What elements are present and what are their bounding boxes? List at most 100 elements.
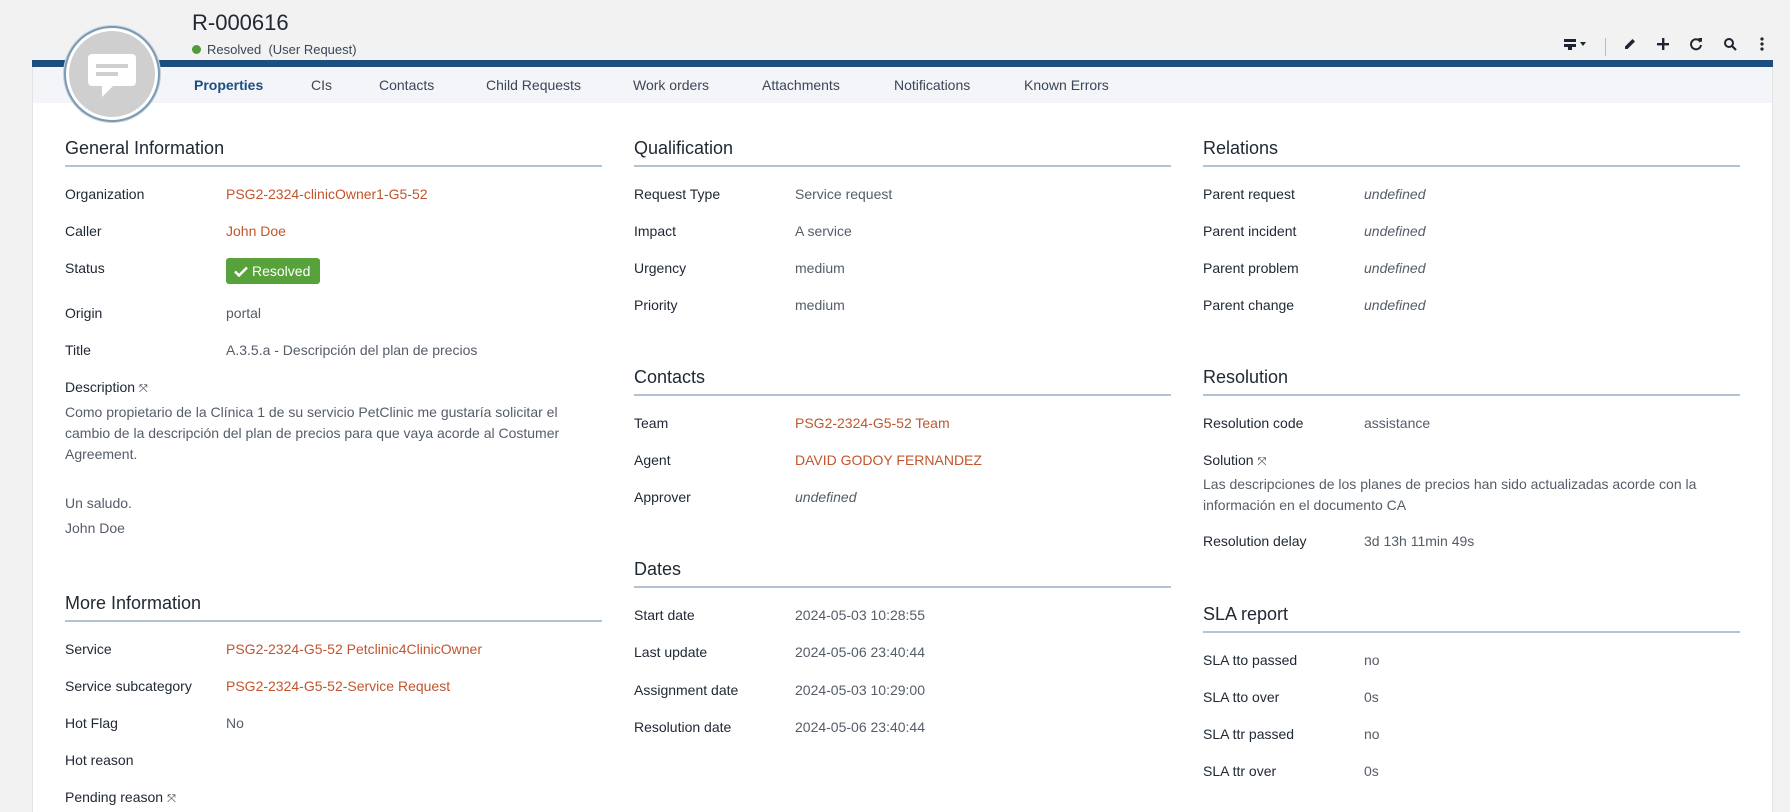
subcategory-label: Service subcategory [65, 678, 192, 694]
agent-label: Agent [634, 452, 671, 468]
pending-reason-label: Pending reason ⤧ [65, 789, 176, 806]
section-resolution: Resolution [1203, 367, 1740, 396]
description-line: John Doe [65, 520, 125, 536]
parent-problem-label: Parent problem [1203, 260, 1299, 276]
urgency-label: Urgency [634, 260, 687, 276]
tab-properties[interactable]: Properties [194, 77, 263, 93]
status-field-label: Status [65, 260, 105, 276]
tab-attachments[interactable]: Attachments [762, 77, 840, 93]
solution-text: Las descripciones de los planes de preci… [1203, 474, 1743, 516]
chat-bubble-icon [88, 54, 136, 97]
check-icon [234, 266, 248, 278]
last-update-value: 2024-05-06 23:40:44 [795, 644, 925, 660]
toolbar-separator [1605, 38, 1606, 56]
origin-value: portal [226, 305, 262, 321]
assignment-date-value: 2024-05-03 10:29:00 [795, 682, 925, 698]
add-icon[interactable] [1653, 36, 1673, 56]
parent-request-label: Parent request [1203, 186, 1295, 202]
status-dot-icon [192, 45, 201, 54]
status-badge-label: Resolved [252, 263, 311, 279]
title-value: A.3.5.a - Descripción del plan de precio… [226, 342, 478, 358]
sla-ttr-over-label: SLA ttr over [1203, 763, 1277, 779]
subcategory-link[interactable]: PSG2-2324-G5-52-Service Request [226, 678, 450, 694]
urgency-value: medium [795, 260, 845, 276]
priority-label: Priority [634, 297, 678, 313]
service-link[interactable]: PSG2-2324-G5-52 Petclinic4ClinicOwner [226, 641, 482, 657]
solution-line: Las descripciones de los planes de preci… [1203, 476, 1697, 492]
refresh-icon[interactable] [1686, 36, 1706, 56]
impact-label: Impact [634, 223, 677, 239]
organization-link[interactable]: PSG2-2324-clinicOwner1-G5-52 [226, 186, 428, 202]
team-link[interactable]: PSG2-2324-G5-52 Team [795, 415, 950, 431]
tab-child-requests[interactable]: Child Requests [486, 77, 581, 93]
organization-label: Organization [65, 186, 145, 202]
list-menu-icon[interactable] [1562, 36, 1590, 56]
more-icon[interactable] [1752, 36, 1772, 56]
request-avatar [64, 26, 160, 122]
pending-reason-text: Pending reason [65, 789, 164, 805]
impact-value: A service [795, 223, 852, 239]
resolution-delay-label: Resolution delay [1203, 533, 1307, 549]
request-type-label: Request Type [634, 186, 721, 202]
caller-label: Caller [65, 223, 102, 239]
section-relations: Relations [1203, 138, 1740, 167]
search-icon[interactable] [1720, 36, 1740, 56]
solution-line: información en el documento CA [1203, 497, 1407, 513]
hot-flag-label: Hot Flag [65, 715, 118, 731]
header-accent-bar [32, 60, 1773, 67]
agent-link[interactable]: DAVID GODOY FERNANDEZ [795, 452, 982, 468]
solution-label-text: Solution [1203, 452, 1254, 468]
start-date-value: 2024-05-03 10:28:55 [795, 607, 925, 623]
section-sla-report: SLA report [1203, 604, 1740, 633]
expand-icon[interactable]: ⤧ [139, 383, 148, 395]
title-label: Title [65, 342, 91, 358]
expand-icon[interactable]: ⤧ [167, 793, 176, 805]
ticket-reference: R-000616 [192, 10, 289, 35]
section-dates: Dates [634, 559, 1171, 588]
parent-problem-value: undefined [1364, 260, 1426, 276]
description-line: Un saludo. [65, 495, 132, 511]
description-line: Como propietario de la Clínica 1 de su s… [65, 404, 558, 420]
sla-ttr-over-value: 0s [1364, 763, 1379, 779]
tab-cis[interactable]: CIs [311, 77, 332, 93]
section-general-information: General Information [65, 138, 602, 167]
parent-incident-label: Parent incident [1203, 223, 1297, 239]
tab-known-errors[interactable]: Known Errors [1024, 77, 1109, 93]
avatar-background [69, 31, 155, 117]
parent-incident-value: undefined [1364, 223, 1426, 239]
sla-tto-passed-label: SLA tto passed [1203, 652, 1298, 668]
tab-notifications[interactable]: Notifications [894, 77, 970, 93]
origin-label: Origin [65, 305, 103, 321]
expand-icon[interactable]: ⤧ [1258, 456, 1267, 468]
tab-work-orders[interactable]: Work orders [633, 77, 709, 93]
hot-reason-label: Hot reason [65, 752, 134, 768]
sla-ttr-passed-label: SLA ttr passed [1203, 726, 1295, 742]
assignment-date-label: Assignment date [634, 682, 739, 698]
request-type-value: Service request [795, 186, 893, 202]
status-detail: (User Request) [268, 42, 357, 57]
team-label: Team [634, 415, 669, 431]
section-contacts: Contacts [634, 367, 1171, 396]
resolution-code-value: assistance [1364, 415, 1431, 431]
parent-request-value: undefined [1364, 186, 1426, 202]
edit-icon[interactable] [1620, 36, 1640, 56]
approver-value: undefined [795, 489, 857, 505]
priority-value: medium [795, 297, 845, 313]
description-line: cambio de la descripción del plan de pre… [65, 425, 560, 441]
status-badge: Resolved [226, 258, 321, 284]
ticket-status-line: Resolved (User Request) [192, 42, 357, 57]
sla-tto-over-label: SLA tto over [1203, 689, 1280, 705]
solution-label: Solution ⤧ [1203, 452, 1266, 469]
start-date-label: Start date [634, 607, 695, 623]
section-qualification: Qualification [634, 138, 1171, 167]
hot-flag-value: No [226, 715, 244, 731]
caller-link[interactable]: John Doe [226, 223, 286, 239]
description-label: Description ⤧ [65, 379, 148, 396]
tab-contacts[interactable]: Contacts [379, 77, 434, 93]
resolution-date-value: 2024-05-06 23:40:44 [795, 719, 925, 735]
approver-label: Approver [634, 489, 691, 505]
parent-change-label: Parent change [1203, 297, 1295, 313]
section-more-information: More Information [65, 593, 602, 622]
sla-tto-over-value: 0s [1364, 689, 1379, 705]
